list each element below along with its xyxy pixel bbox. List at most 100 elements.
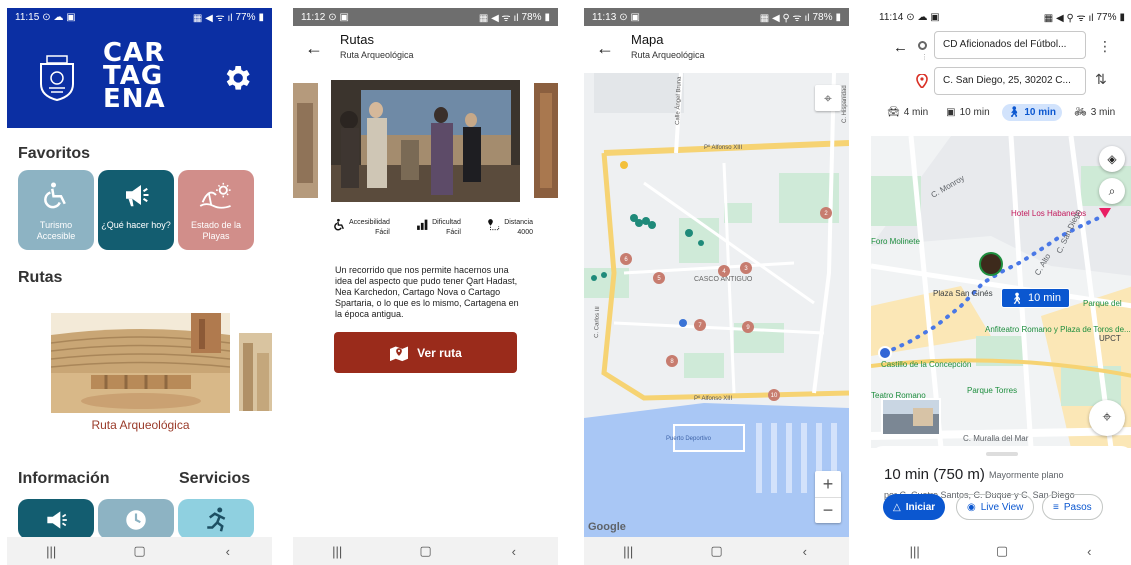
bike-icon: 🚲︎ xyxy=(1074,107,1087,118)
stat-value: Fácil xyxy=(446,229,461,236)
tile-label: ¿Qué hacer hoy? xyxy=(101,220,171,230)
map-label-upct: UPCT xyxy=(1099,334,1121,343)
mode-label: 3 min xyxy=(1090,107,1116,118)
route-main-photo[interactable] xyxy=(331,80,520,202)
street-photo xyxy=(883,400,939,434)
zoom-out-button[interactable]: − xyxy=(815,497,841,523)
map-canvas: Calle Ángel Bruna Pº Alfonso XIII C. Car… xyxy=(584,73,849,538)
map-area-label: CASCO ANTIGUO xyxy=(694,276,753,283)
tile-que-hacer-hoy[interactable]: ¿Qué hacer hoy? xyxy=(98,170,174,250)
mode-walk[interactable]: 🚶︎ 10 min xyxy=(1001,104,1063,121)
directions-map[interactable]: Hotel Los Habaneros Plaza San Ginés Anfi… xyxy=(871,136,1131,448)
travel-modes: 🚘︎ 4 min ▣ 10 min 🚶︎ 10 min 🚲︎ 3 min xyxy=(881,104,1121,121)
start-label: Iniciar xyxy=(905,501,936,513)
ruta-arqueologica-image[interactable] xyxy=(51,313,230,413)
next-route-image[interactable] xyxy=(239,333,272,411)
walk-icon: 🚶︎ xyxy=(1007,107,1021,118)
map-street-label: C. Hispanidad xyxy=(842,85,848,123)
ver-ruta-button[interactable]: Ver ruta xyxy=(334,332,517,373)
live-view-label: Live View xyxy=(980,501,1024,513)
back-arrow-icon[interactable]: ← xyxy=(596,38,614,59)
home-icon[interactable]: ▢ xyxy=(124,543,154,559)
start-button[interactable]: △ Iniciar xyxy=(883,494,946,520)
tile-horario[interactable] xyxy=(98,499,174,539)
more-options-icon[interactable]: ⋮ xyxy=(1098,38,1112,55)
map-label-parque: Parque del xyxy=(1083,299,1122,308)
mode-transit[interactable]: ▣ 10 min xyxy=(940,104,995,121)
directions-header: ← ⋮ CD Aficionados del Fútbol... C. San … xyxy=(871,26,1131,136)
recent-apps-icon[interactable]: ||| xyxy=(36,544,66,559)
servicios-title: Servicios xyxy=(179,470,251,487)
route-stats: Accesibilidad Fácil Dificultad Fácil Dista… xyxy=(333,218,533,238)
back-icon[interactable]: ‹ xyxy=(499,544,529,559)
megaphone-icon xyxy=(126,185,149,207)
stat-value: Fácil xyxy=(375,229,390,236)
mode-bike[interactable]: 🚲︎ 3 min xyxy=(1068,104,1121,121)
next-photo[interactable] xyxy=(534,83,558,198)
app-bar: ← Rutas Ruta Arqueológica xyxy=(293,26,558,72)
layers-icon[interactable]: ◈ xyxy=(1099,146,1125,172)
back-icon[interactable]: ‹ xyxy=(1074,544,1104,559)
stat-value: 4000 xyxy=(517,229,533,236)
phone-google-maps-directions: 11:14 ⊙ ☁ ▣ ▦ ◀ ⚲ ᯤ ıl 77% ▮ ← ⋮ CD Aficion… xyxy=(871,8,1131,565)
destination-pin-icon xyxy=(916,74,928,88)
stat-distancia: Distancia 4000 xyxy=(487,218,533,238)
map-label-parque-torres: Parque Torres xyxy=(967,386,1017,395)
tile-estado-playas[interactable]: Estado de la Playas xyxy=(178,170,254,250)
back-arrow-icon[interactable]: ← xyxy=(893,39,908,56)
zoom-in-button[interactable]: + xyxy=(815,471,841,497)
map-label-foro: Foro Molinete xyxy=(871,237,920,246)
tile-label: Turismo Accesible xyxy=(36,220,76,241)
stat-label: Dificultad xyxy=(432,219,461,226)
page-title: Rutas xyxy=(340,32,374,47)
bus-icon: ▣ xyxy=(946,107,956,118)
map-street-label: C. Carlos III xyxy=(594,306,601,338)
recent-apps-icon[interactable]: ||| xyxy=(322,544,352,559)
gear-icon[interactable] xyxy=(221,62,253,94)
origin-input[interactable]: CD Aficionados del Fútbol... xyxy=(934,31,1086,59)
recent-apps-icon[interactable]: ||| xyxy=(613,544,643,559)
street-view-thumbnail[interactable] xyxy=(881,398,941,436)
map-label-plaza: Plaza San Ginés xyxy=(933,289,993,298)
home-icon[interactable]: ▢ xyxy=(701,543,731,559)
app-header: CAR TAG ENA xyxy=(7,8,272,128)
mode-car[interactable]: 🚘︎ 4 min xyxy=(881,104,934,121)
route-thumbnail xyxy=(239,333,272,411)
origin-dot-icon xyxy=(918,41,927,50)
live-view-button[interactable]: ◉ Live View xyxy=(956,494,1035,520)
tile-turismo-accesible[interactable]: Turismo Accesible xyxy=(18,170,94,250)
android-nav-bar: ||| ▢ ‹ xyxy=(293,537,558,565)
stat-dificultad: Dificultad Fácil xyxy=(416,218,461,238)
prev-photo[interactable] xyxy=(293,83,318,198)
search-icon[interactable]: ⌕ xyxy=(1099,178,1125,204)
tile-deporte[interactable] xyxy=(178,499,254,539)
app-bar: ← Mapa Ruta Arqueológica xyxy=(584,26,849,72)
back-arrow-icon[interactable]: ← xyxy=(305,38,323,59)
route-summary-note: Mayormente plano xyxy=(989,470,1064,480)
map-pin-icon xyxy=(390,345,409,361)
destination-input[interactable]: C. San Diego, 25, 30202 C... xyxy=(934,67,1086,95)
route-map[interactable]: Calle Ángel Bruna Pº Alfonso XIII C. Car… xyxy=(584,73,849,538)
drag-handle[interactable] xyxy=(986,452,1018,456)
android-nav-bar: ||| ▢ ‹ xyxy=(584,537,849,565)
recent-apps-icon[interactable]: ||| xyxy=(900,544,930,559)
photo-thumbnail xyxy=(534,83,558,198)
home-icon[interactable]: ▢ xyxy=(987,543,1017,559)
bars-icon xyxy=(417,219,428,230)
route-description: Un recorrido que nos permite hacernos un… xyxy=(335,265,519,319)
tile-informacion-megaphone[interactable] xyxy=(18,499,94,539)
home-icon[interactable]: ▢ xyxy=(410,543,440,559)
swap-icon[interactable]: ⇅ xyxy=(1095,71,1107,88)
back-icon[interactable]: ‹ xyxy=(213,544,243,559)
android-nav-bar: ||| ▢ ‹ xyxy=(871,537,1131,565)
back-icon[interactable]: ‹ xyxy=(790,544,820,559)
page-title: Mapa xyxy=(631,32,664,47)
ruta-arqueologica-label[interactable]: Ruta Arqueológica xyxy=(51,418,230,432)
map-label-muralla: C. Muralla del Mar xyxy=(963,434,1029,443)
mode-label: 10 min xyxy=(1024,107,1057,118)
stat-accesibilidad: Accesibilidad Fácil xyxy=(333,218,390,238)
my-location-icon[interactable]: ⌖ xyxy=(815,85,841,111)
my-location-icon[interactable]: ⌖ xyxy=(1089,400,1125,436)
steps-button[interactable]: ≡ Pasos xyxy=(1042,494,1103,520)
stat-label: Distancia xyxy=(504,219,533,226)
